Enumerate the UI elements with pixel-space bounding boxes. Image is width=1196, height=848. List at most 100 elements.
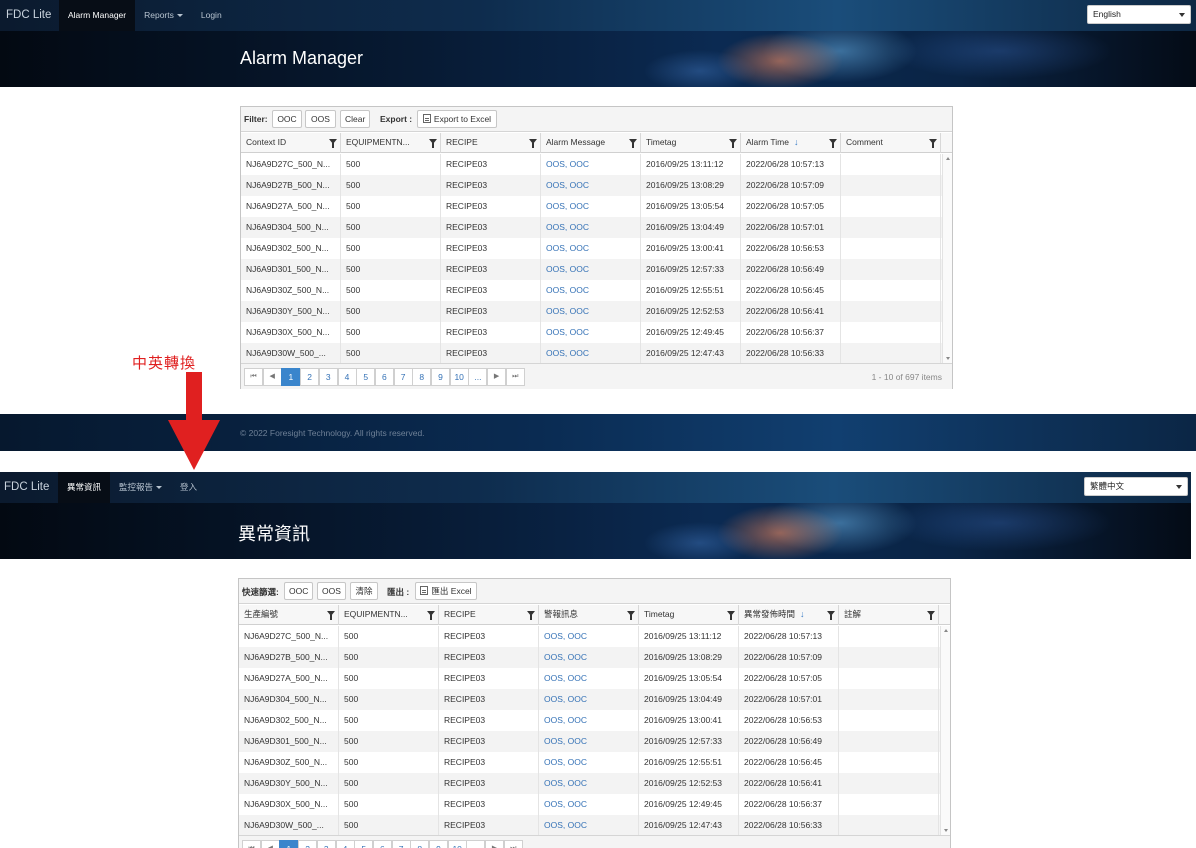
table-row[interactable]: NJ6A9D301_500_N... 500 RECIPE03 OOS, OOC 201… — [239, 731, 940, 752]
table-row[interactable]: NJ6A9D30Z_500_N... 500 RECIPE03 OOS, OOC 201… — [239, 752, 940, 773]
filter-icon[interactable] — [627, 611, 635, 620]
cell-alarm-message[interactable]: OOS, OOC — [541, 322, 641, 343]
column-header-comment[interactable]: 註解 — [839, 605, 939, 625]
filter-icon[interactable] — [729, 139, 737, 148]
filter-icon[interactable] — [529, 139, 537, 148]
scroll-up-icon[interactable] — [944, 629, 948, 632]
cell-alarm-message[interactable]: OOS, OOC — [541, 217, 641, 238]
nav-login[interactable]: 登入 — [171, 472, 206, 503]
cell-alarm-message[interactable]: OOS, OOC — [541, 175, 641, 196]
page-button[interactable]: 6 — [374, 368, 394, 386]
cell-alarm-message[interactable]: OOS, OOC — [539, 668, 639, 689]
oos-filter-button[interactable]: OOS — [317, 582, 346, 600]
column-header-timetag[interactable]: Timetag — [641, 133, 741, 153]
cell-alarm-message[interactable]: OOS, OOC — [541, 259, 641, 280]
prev-page-icon[interactable]: ◀ — [262, 368, 282, 386]
nav-reports[interactable]: Reports — [135, 0, 192, 31]
page-button[interactable]: 1 — [281, 368, 301, 386]
nav-login[interactable]: Login — [192, 0, 231, 31]
last-page-icon[interactable]: ⏭ — [505, 368, 525, 386]
cell-alarm-message[interactable]: OOS, OOC — [541, 301, 641, 322]
page-button[interactable]: 1 — [279, 840, 299, 848]
page-button[interactable]: ... — [468, 368, 488, 386]
column-header-comment[interactable]: Comment — [841, 133, 941, 153]
cell-alarm-message[interactable]: OOS, OOC — [539, 689, 639, 710]
scroll-up-icon[interactable] — [946, 157, 950, 160]
table-row[interactable]: NJ6A9D30W_500_... 500 RECIPE03 OOS, OOC 2016… — [241, 343, 942, 363]
filter-icon[interactable] — [629, 139, 637, 148]
filter-icon[interactable] — [527, 611, 535, 620]
clear-filter-button[interactable]: Clear — [340, 110, 370, 128]
filter-icon[interactable] — [927, 611, 935, 620]
cell-alarm-message[interactable]: OOS, OOC — [539, 773, 639, 794]
language-select[interactable]: English — [1087, 5, 1191, 24]
prev-page-icon[interactable]: ◀ — [260, 840, 280, 848]
cell-alarm-message[interactable]: OOS, OOC — [541, 196, 641, 217]
filter-icon[interactable] — [429, 139, 437, 148]
sort-descending-icon[interactable]: ↓ — [794, 133, 799, 152]
sort-descending-icon[interactable]: ↓ — [800, 605, 805, 624]
last-page-icon[interactable]: ⏭ — [503, 840, 523, 848]
page-button[interactable]: 8 — [410, 840, 430, 848]
table-row[interactable]: NJ6A9D304_500_N... 500 RECIPE03 OOS, OOC 201… — [241, 217, 942, 238]
scroll-down-icon[interactable] — [944, 829, 948, 832]
cell-alarm-message[interactable]: OOS, OOC — [541, 280, 641, 301]
nav-alarm-manager[interactable]: 異常資訊 — [58, 472, 111, 503]
table-row[interactable]: NJ6A9D30Z_500_N... 500 RECIPE03 OOS, OOC 201… — [241, 280, 942, 301]
page-button[interactable]: 3 — [316, 840, 336, 848]
table-row[interactable]: NJ6A9D302_500_N... 500 RECIPE03 OOS, OOC 201… — [239, 710, 940, 731]
cell-alarm-message[interactable]: OOS, OOC — [539, 752, 639, 773]
filter-icon[interactable] — [827, 611, 835, 620]
table-row[interactable]: NJ6A9D304_500_N... 500 RECIPE03 OOS, OOC 201… — [239, 689, 940, 710]
nav-reports[interactable]: 監控報告 — [110, 472, 171, 503]
table-row[interactable]: NJ6A9D27B_500_N... 500 RECIPE03 OOS, OOC 201… — [239, 647, 940, 668]
scroll-down-icon[interactable] — [946, 357, 950, 360]
grid-scrollbar[interactable] — [940, 626, 950, 835]
page-button[interactable]: 2 — [298, 840, 318, 848]
filter-icon[interactable] — [929, 139, 937, 148]
column-header-recipe[interactable]: RECIPE — [441, 133, 541, 153]
cell-alarm-message[interactable]: OOS, OOC — [539, 815, 639, 835]
filter-icon[interactable] — [327, 611, 335, 620]
table-row[interactable]: NJ6A9D30X_500_N... 500 RECIPE03 OOS, OOC 201… — [239, 794, 940, 815]
cell-alarm-message[interactable]: OOS, OOC — [539, 794, 639, 815]
table-row[interactable]: NJ6A9D27B_500_N... 500 RECIPE03 OOS, OOC 201… — [241, 175, 942, 196]
page-button[interactable]: 7 — [393, 368, 413, 386]
page-button[interactable]: 4 — [335, 840, 355, 848]
cell-alarm-message[interactable]: OOS, OOC — [539, 731, 639, 752]
page-button[interactable]: 9 — [429, 840, 448, 848]
column-header-alarm-time[interactable]: Alarm Time ↓ — [741, 133, 841, 153]
filter-icon[interactable] — [829, 139, 837, 148]
filter-icon[interactable] — [329, 139, 337, 148]
first-page-icon[interactable]: ⏮ — [244, 368, 263, 386]
grid-scrollbar[interactable] — [942, 154, 952, 363]
column-header-equipment[interactable]: EQUIPMENTN... — [341, 133, 441, 153]
table-row[interactable]: NJ6A9D27C_500_N... 500 RECIPE03 OOS, OOC 201… — [239, 626, 940, 647]
cell-alarm-message[interactable]: OOS, OOC — [539, 626, 639, 647]
column-header-timetag[interactable]: Timetag — [639, 605, 739, 625]
page-button[interactable]: 5 — [356, 368, 376, 386]
page-button[interactable]: 10 — [447, 840, 467, 848]
clear-filter-button[interactable]: 清除 — [350, 582, 378, 600]
table-row[interactable]: NJ6A9D30Y_500_N... 500 RECIPE03 OOS, OOC 201… — [241, 301, 942, 322]
page-button[interactable]: 10 — [449, 368, 469, 386]
table-row[interactable]: NJ6A9D30Y_500_N... 500 RECIPE03 OOS, OOC 201… — [239, 773, 940, 794]
table-row[interactable]: NJ6A9D27C_500_N... 500 RECIPE03 OOS, OOC 201… — [241, 154, 942, 175]
brand-logo[interactable]: FDC Lite — [0, 472, 55, 503]
export-excel-button[interactable]: Export to Excel — [417, 110, 497, 128]
cell-alarm-message[interactable]: OOS, OOC — [541, 343, 641, 363]
first-page-icon[interactable]: ⏮ — [242, 840, 261, 848]
language-select[interactable]: 繁體中文 — [1084, 477, 1188, 496]
page-button[interactable]: 5 — [354, 840, 374, 848]
page-button[interactable]: 3 — [318, 368, 338, 386]
table-row[interactable]: NJ6A9D27A_500_N... 500 RECIPE03 OOS, OOC 201… — [241, 196, 942, 217]
cell-alarm-message[interactable]: OOS, OOC — [539, 647, 639, 668]
page-button[interactable]: 9 — [431, 368, 450, 386]
table-row[interactable]: NJ6A9D302_500_N... 500 RECIPE03 OOS, OOC 201… — [241, 238, 942, 259]
column-header-alarm-message[interactable]: Alarm Message — [541, 133, 641, 153]
page-button[interactable]: 6 — [372, 840, 392, 848]
cell-alarm-message[interactable]: OOS, OOC — [541, 238, 641, 259]
column-header-context-id[interactable]: 生產編號 — [239, 605, 339, 625]
table-row[interactable]: NJ6A9D301_500_N... 500 RECIPE03 OOS, OOC 201… — [241, 259, 942, 280]
filter-icon[interactable] — [727, 611, 735, 620]
